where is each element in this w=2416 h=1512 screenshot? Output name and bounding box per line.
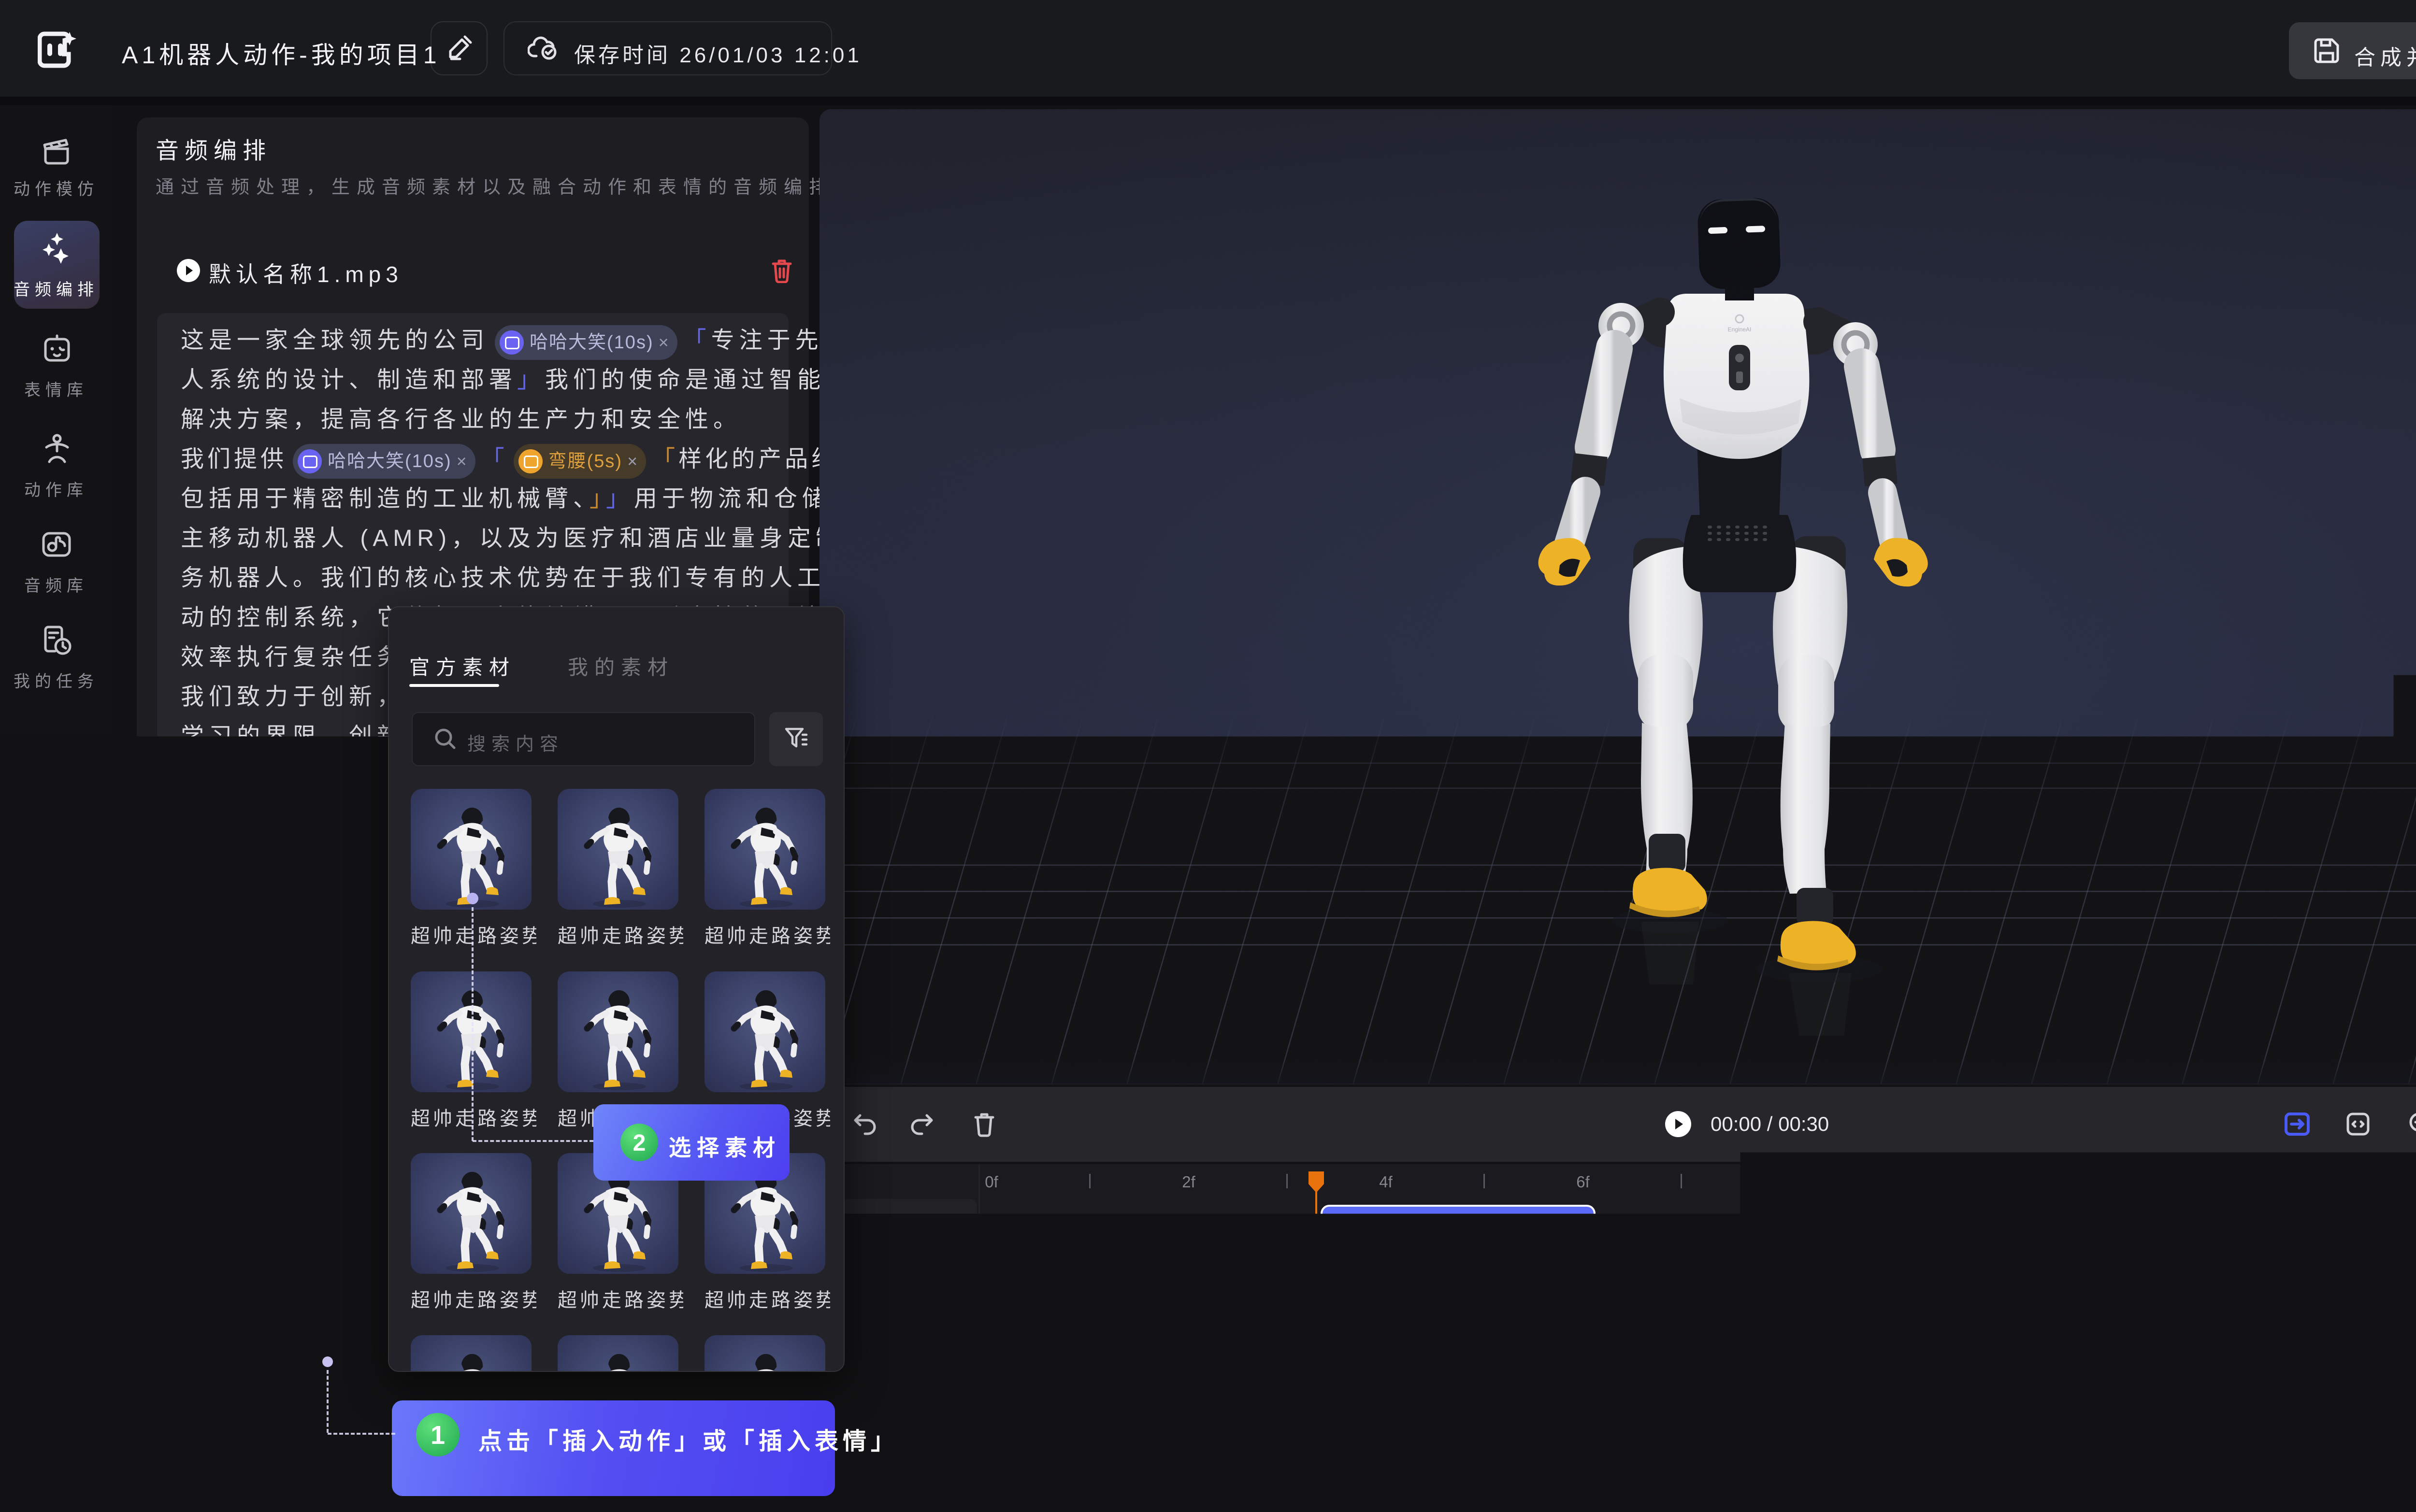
svg-text:AI: AI: [219, 1306, 231, 1319]
